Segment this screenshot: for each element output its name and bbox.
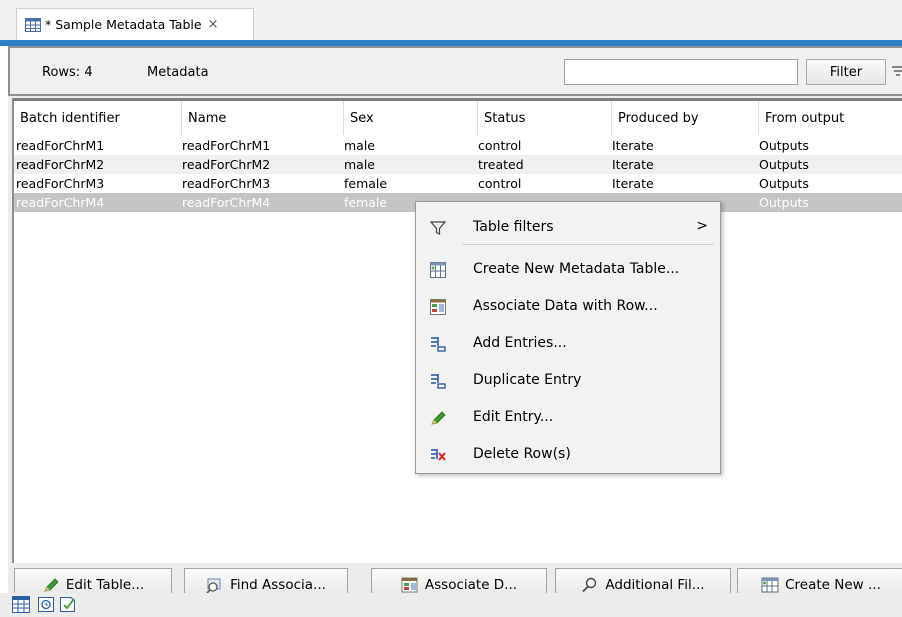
find-associated-label: Find Associa... <box>230 577 326 593</box>
menu-item-label: Table filters <box>473 219 554 235</box>
cell-sex: male <box>344 157 375 172</box>
menu-item-delete-rows[interactable]: Delete Row(s) <box>416 437 720 473</box>
view-switcher-bar <box>0 593 902 617</box>
associate-data-icon <box>430 299 446 315</box>
table-row[interactable]: readForChrM2 readForChrM2 male treated I… <box>14 155 902 174</box>
validate-icon[interactable] <box>59 596 77 613</box>
new-table-icon <box>761 577 779 593</box>
cell-from-output: Outputs <box>759 138 809 153</box>
table-row[interactable]: readForChrM1 readForChrM1 male control I… <box>14 136 902 155</box>
funnel-icon <box>430 221 446 235</box>
column-header-produced-by[interactable]: Produced by <box>612 101 759 135</box>
edit-table-label: Edit Table... <box>65 577 145 593</box>
menu-separator <box>462 244 714 245</box>
cell-status: treated <box>478 157 524 172</box>
close-icon[interactable]: × <box>208 17 219 32</box>
menu-item-associate-data-with-row[interactable]: Associate Data with Row... <box>416 289 720 325</box>
column-header-sex[interactable]: Sex <box>344 101 478 135</box>
column-header-status[interactable]: Status <box>478 101 612 135</box>
menu-item-add-entries[interactable]: Add Entries... <box>416 326 720 362</box>
column-header-name[interactable]: Name <box>182 101 344 135</box>
cell-name: readForChrM4 <box>182 195 271 210</box>
cell-batch-identifier: readForChrM2 <box>16 157 105 172</box>
filter-input[interactable] <box>564 59 798 85</box>
filter-options-icon[interactable] <box>892 64 902 80</box>
metadata-label: Metadata <box>147 65 209 80</box>
cell-produced-by: Iterate <box>612 157 654 172</box>
table-toolbar: Rows: 4 Metadata Filter <box>8 46 902 96</box>
menu-item-create-new-metadata-table[interactable]: Create New Metadata Table... <box>416 252 720 288</box>
menu-item-edit-entry[interactable]: Edit Entry... <box>416 400 720 436</box>
cell-batch-identifier: readForChrM1 <box>16 138 105 153</box>
cell-sex: female <box>344 176 388 191</box>
delete-rows-icon <box>431 449 446 461</box>
menu-item-table-filters[interactable]: Table filters > <box>416 210 720 246</box>
new-table-icon <box>430 262 446 278</box>
additional-filters-label: Additional Fil... <box>605 577 705 593</box>
cell-produced-by: Iterate <box>612 176 654 191</box>
cell-from-output: Outputs <box>759 195 809 210</box>
tab-title: * Sample Metadata Table <box>45 17 202 32</box>
cell-name: readForChrM2 <box>182 157 271 172</box>
tab-sample-metadata-table[interactable]: * Sample Metadata Table × <box>16 8 254 40</box>
create-new-label: Create New ... <box>785 577 881 593</box>
table-row[interactable]: readForChrM3 readForChrM3 female control… <box>14 174 902 193</box>
history-icon[interactable] <box>37 596 55 613</box>
column-header-from-output[interactable]: From output <box>759 101 902 135</box>
editor-tab-strip: * Sample Metadata Table × <box>0 0 902 40</box>
table-icon <box>25 17 41 32</box>
cell-from-output: Outputs <box>759 176 809 191</box>
duplicate-entry-icon <box>431 374 446 389</box>
menu-item-label: Edit Entry... <box>473 409 554 425</box>
menu-item-label: Associate Data with Row... <box>473 298 658 314</box>
cell-sex: male <box>344 138 375 153</box>
column-header-batch-identifier[interactable]: Batch identifier <box>14 101 182 135</box>
cell-name: readForChrM3 <box>182 176 271 191</box>
rows-count-label: Rows: 4 <box>42 65 93 80</box>
menu-item-duplicate-entry[interactable]: Duplicate Entry <box>416 363 720 399</box>
cell-batch-identifier: readForChrM3 <box>16 176 105 191</box>
search-icon <box>582 577 597 593</box>
menu-item-label: Create New Metadata Table... <box>473 261 680 277</box>
cell-status: control <box>478 138 522 153</box>
table-view-icon[interactable] <box>12 596 30 613</box>
cell-name: readForChrM1 <box>182 138 271 153</box>
cell-status: control <box>478 176 522 191</box>
table-header: Batch identifier Name Sex Status Produce… <box>14 101 902 135</box>
pencil-icon <box>44 578 59 592</box>
filter-button[interactable]: Filter <box>806 59 886 85</box>
menu-item-label: Delete Row(s) <box>473 446 571 462</box>
submenu-arrow-icon: > <box>696 218 708 234</box>
add-entries-icon <box>431 337 446 352</box>
cell-produced-by: Iterate <box>612 138 654 153</box>
menu-item-label: Add Entries... <box>473 335 567 351</box>
associate-data-label: Associate D... <box>424 577 518 593</box>
menu-item-label: Duplicate Entry <box>473 372 582 388</box>
cell-from-output: Outputs <box>759 157 809 172</box>
find-icon <box>206 578 221 593</box>
associate-data-icon <box>401 577 418 593</box>
cell-batch-identifier: readForChrM4 <box>16 195 105 210</box>
context-menu: Table filters > Create New Metadata Tabl… <box>415 201 721 474</box>
pencil-icon <box>431 411 446 425</box>
